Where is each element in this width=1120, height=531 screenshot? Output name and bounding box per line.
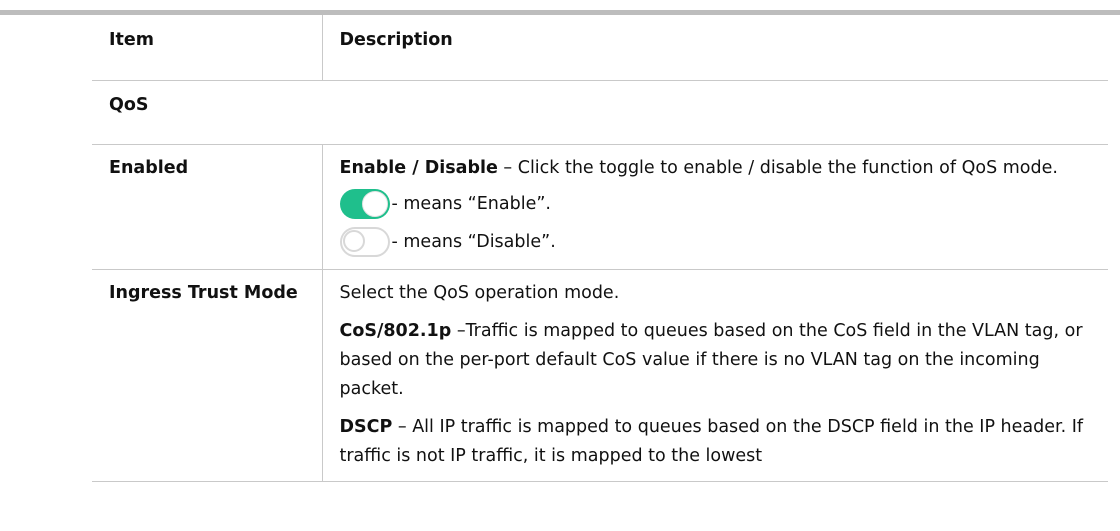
header-description: Description [322,15,1108,81]
description-table: Item Description QoS Enabled Enable / Di… [92,15,1108,482]
enabled-paragraph: Enable / Disable – Click the toggle to e… [340,154,1095,183]
item-enabled: Enabled [92,144,323,270]
toggle-knob [342,230,365,252]
ingress-intro: Select the QoS operation mode. [339,283,620,303]
section-title: QoS [92,80,1108,145]
dscp-option-text: – All IP traffic is mapped to queues bas… [339,417,1084,466]
document-page: Item Description QoS Enabled Enable / Di… [0,0,1120,531]
table-header-row: Item Description [92,15,1108,81]
toggle-knob [361,191,388,217]
toggle-on-example: - means “Enable”. [339,187,1095,221]
header-item: Item [92,15,323,81]
toggle-off-example: - means “Disable”. [339,225,1095,259]
dscp-option-name: DSCP [339,417,393,437]
item-ingress-trust-mode: Ingress Trust Mode [92,269,323,482]
toggle-on-icon [339,189,390,219]
description-enabled: Enable / Disable – Click the toggle to e… [322,144,1108,270]
cos-paragraph: CoS/802.1p –Traffic is mapped to queues … [340,317,1095,404]
toggle-on-meaning: - means “Enable”. [391,193,552,214]
table-row-enabled: Enabled Enable / Disable – Click the tog… [92,144,1108,270]
toggle-off-icon [339,227,390,257]
description-ingress-trust-mode: Select the QoS operation mode. CoS/802.1… [322,269,1108,482]
table-row-ingress-trust-mode: Ingress Trust Mode Select the QoS operat… [92,269,1108,482]
dscp-paragraph: DSCP – All IP traffic is mapped to queue… [340,413,1095,471]
toggle-off-meaning: - means “Disable”. [391,231,556,252]
section-row: QoS [92,80,1108,145]
cos-option-name: CoS/802.1p [339,321,452,341]
enabled-option-name: Enable / Disable [339,158,498,178]
enabled-option-text: – Click the toggle to enable / disable t… [497,158,1058,178]
cos-option-text: –Traffic is mapped to queues based on th… [339,321,1083,399]
